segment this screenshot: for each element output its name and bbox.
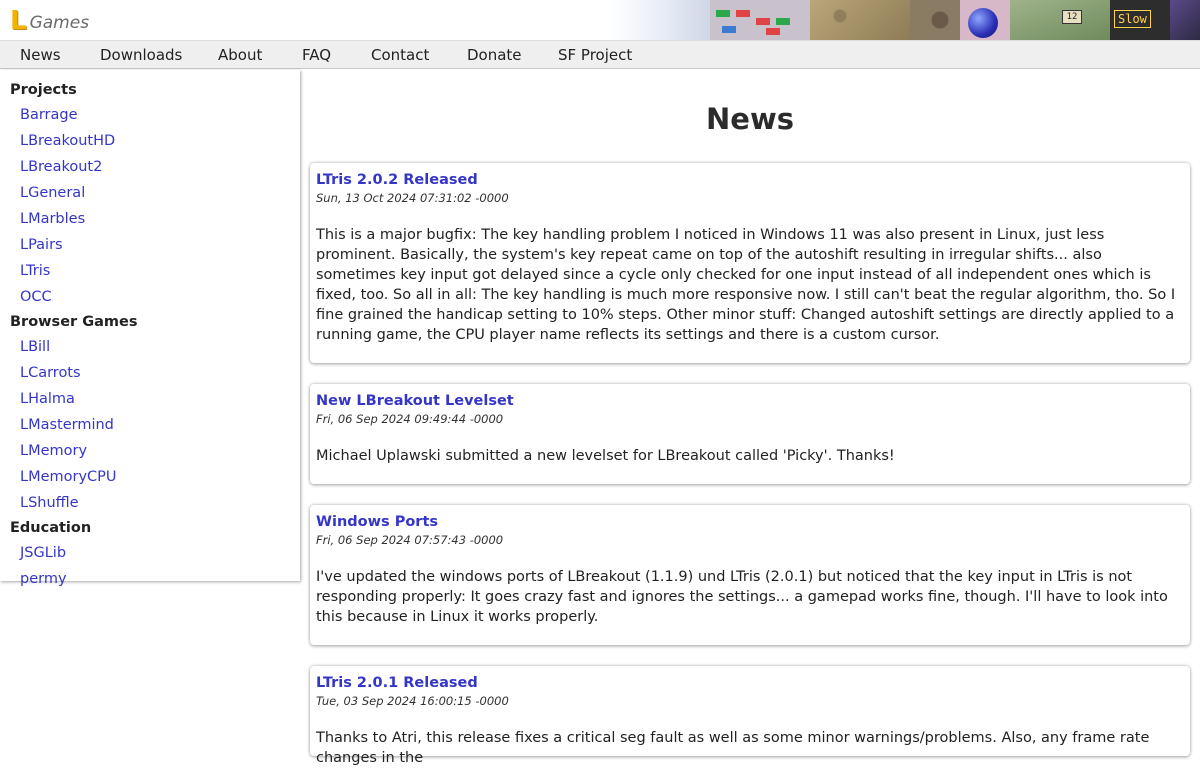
sidebar-item-lmarbles[interactable]: LMarbles <box>0 206 300 232</box>
sidebar-item-lhalma[interactable]: LHalma <box>0 386 300 412</box>
news-body: This is a major bugfix: The key handling… <box>316 227 1176 343</box>
sidebar-item-permy[interactable]: permy <box>0 566 300 592</box>
news-date: Fri, 06 Sep 2024 09:49:44 -0000 <box>316 412 504 426</box>
breakout-screenshot-tile <box>710 0 810 40</box>
sidebar-heading-browser-games: Browser Games <box>10 314 138 330</box>
nav-news[interactable]: News <box>20 45 61 65</box>
sidebar: Projects Barrage LBreakoutHD LBreakout2 … <box>0 70 300 587</box>
banner-fade-tile <box>610 0 660 40</box>
tanks-screenshot-tile <box>1010 0 1110 40</box>
news-card: LTris 2.0.1 Released Tue, 03 Sep 2024 16… <box>310 666 1190 766</box>
nav-faq[interactable]: FAQ <box>302 45 331 65</box>
news-date: Sun, 13 Oct 2024 07:31:02 -0000 <box>316 191 509 205</box>
sidebar-heading-projects: Projects <box>10 82 77 98</box>
news-title-link[interactable]: LTris 2.0.1 Released <box>316 674 1184 692</box>
marble-screenshot-tile <box>960 0 1010 40</box>
news-title-link[interactable]: Windows Ports <box>316 513 1184 531</box>
sidebar-item-occ[interactable]: OCC <box>0 284 300 310</box>
news-date: Tue, 03 Sep 2024 16:00:15 -0000 <box>316 694 509 708</box>
sidebar-item-lbreakouthd[interactable]: LBreakoutHD <box>0 128 300 154</box>
news-body: Michael Uplawski submitted a new levelse… <box>316 448 895 464</box>
news-card: LTris 2.0.2 Released Sun, 13 Oct 2024 07… <box>310 163 1190 363</box>
logo-text: Games <box>29 13 90 33</box>
site-logo[interactable]: L Games <box>10 6 89 34</box>
sidebar-item-lgeneral[interactable]: LGeneral <box>0 180 300 206</box>
sidebar-heading-education: Education <box>10 520 92 536</box>
desert-screenshot-tile <box>810 0 910 40</box>
nav-downloads[interactable]: Downloads <box>100 45 182 65</box>
nav-donate[interactable]: Donate <box>467 45 522 65</box>
sidebar-item-lmastermind[interactable]: LMastermind <box>0 412 300 438</box>
sidebar-item-barrage[interactable]: Barrage <box>0 102 300 128</box>
rocks-screenshot-tile <box>910 0 960 40</box>
site-header: L Games <box>0 0 1200 40</box>
news-body: Thanks to Atri, this release fixes a cri… <box>316 730 1150 766</box>
news-date: Fri, 06 Sep 2024 07:57:43 -0000 <box>316 533 504 547</box>
nav-about[interactable]: About <box>218 45 262 65</box>
sidebar-item-lpairs[interactable]: LPairs <box>0 232 300 258</box>
sidebar-item-lmemorycpu[interactable]: LMemoryCPU <box>0 464 300 490</box>
game-screenshots-banner <box>610 0 1200 40</box>
sidebar-item-ltris[interactable]: LTris <box>0 258 300 284</box>
news-card: New LBreakout Levelset Fri, 06 Sep 2024 … <box>310 384 1190 484</box>
slow-screenshot-tile <box>1110 0 1170 40</box>
news-title-link[interactable]: New LBreakout Levelset <box>316 392 1184 410</box>
purple-screenshot-tile <box>1170 0 1200 40</box>
nav-contact[interactable]: Contact <box>371 45 429 65</box>
logo-l-icon: L <box>10 6 27 36</box>
main-content: News LTris 2.0.2 Released Sun, 13 Oct 20… <box>310 70 1190 766</box>
news-title-link[interactable]: LTris 2.0.2 Released <box>316 171 1184 189</box>
sidebar-item-lshuffle[interactable]: LShuffle <box>0 490 300 516</box>
sidebar-item-jsglib[interactable]: JSGLib <box>0 540 300 566</box>
sidebar-item-lbill[interactable]: LBill <box>0 334 300 360</box>
nav-sf-project[interactable]: SF Project <box>558 45 632 65</box>
page-title: News <box>706 102 794 136</box>
sidebar-item-lcarrots[interactable]: LCarrots <box>0 360 300 386</box>
banner-fade-tile <box>660 0 710 40</box>
news-card: Windows Ports Fri, 06 Sep 2024 07:57:43 … <box>310 505 1190 645</box>
news-body: I've updated the windows ports of LBreak… <box>316 569 1168 625</box>
main-nav: News Downloads About FAQ Contact Donate … <box>0 40 1200 69</box>
sidebar-item-lbreakout2[interactable]: LBreakout2 <box>0 154 300 180</box>
sidebar-item-lmemory[interactable]: LMemory <box>0 438 300 464</box>
